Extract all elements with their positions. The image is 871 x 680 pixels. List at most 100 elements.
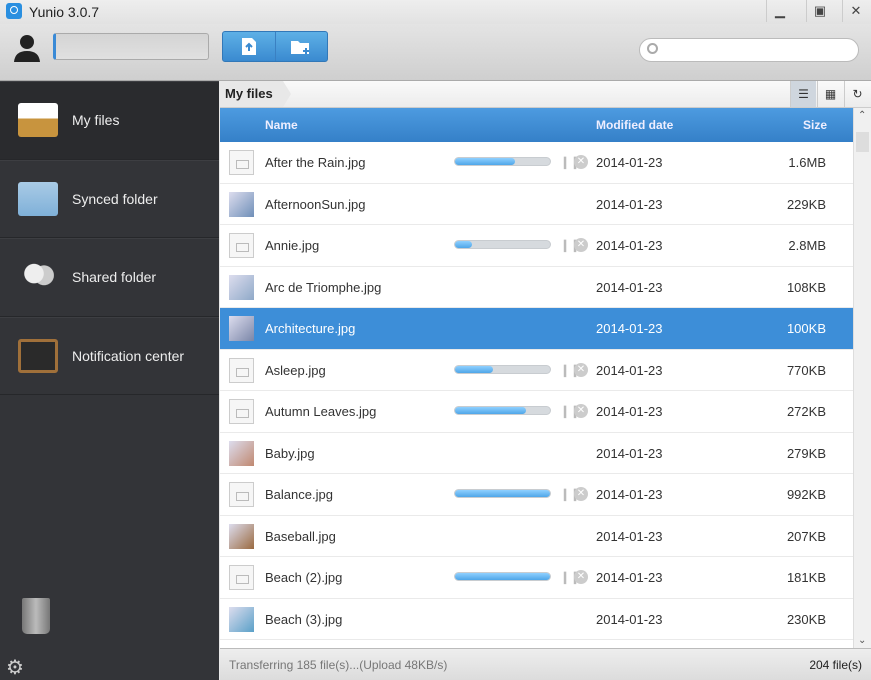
file-modified-date: 2014-01-23 (596, 279, 663, 295)
file-size: 992KB (786, 487, 826, 502)
scrollbar-thumb[interactable] (856, 132, 869, 152)
upload-progress-bar (454, 489, 551, 498)
image-thumbnail (229, 316, 254, 341)
file-modified-date: 2014-01-23 (596, 238, 663, 253)
cancel-icon[interactable]: ✕ (574, 362, 588, 377)
image-file-icon (229, 565, 254, 590)
cancel-icon[interactable]: ✕ (574, 238, 588, 252)
file-modified-date: 2014-01-23 (596, 528, 663, 544)
cancel-icon[interactable]: ✕ (574, 570, 588, 584)
table-row[interactable]: Beach (3).jpg 2014-01-23 230KB (220, 599, 853, 640)
image-file-icon (229, 482, 254, 507)
file-list: After the Rain.jpg ❙❙ ✕ 2014-01-23 1.6MB Afte… (220, 142, 853, 648)
file-name: Beach (3).jpg (265, 611, 343, 627)
sync-folder-icon (18, 181, 58, 216)
file-name: Architecture.jpg (265, 321, 356, 336)
table-row[interactable]: Architecture.jpg 2014-01-23 100KB (220, 308, 853, 350)
upload-progress-bar (454, 406, 551, 415)
column-name[interactable]: Name (265, 118, 298, 132)
table-row[interactable]: Beach (2).jpg ❙❙ ✕ 2014-01-23 181KB (220, 557, 853, 599)
sidebar-item-label: My files (72, 112, 120, 129)
new-folder-button[interactable] (274, 32, 328, 61)
column-modified-date[interactable]: Modified date (596, 118, 673, 132)
image-file-icon (229, 150, 254, 175)
image-thumbnail (229, 606, 254, 632)
cancel-icon[interactable]: ✕ (574, 487, 588, 501)
file-modified-date: 2014-01-23 (596, 155, 663, 170)
file-modified-date: 2014-01-23 (596, 404, 663, 419)
upload-file-icon (241, 38, 256, 55)
grid-view-icon[interactable]: ▦ (817, 81, 843, 107)
image-file-icon (229, 233, 254, 258)
scrollbar[interactable]: ⌃ ⌄ (853, 108, 871, 648)
table-row[interactable]: Autumn Leaves.jpg ❙❙ ✕ 2014-01-23 272KB (220, 391, 853, 433)
breadcrumb: My files ☰ ▦ ↻ (220, 81, 871, 108)
sidebar-item-my-files[interactable]: My files (0, 81, 219, 160)
image-thumbnail (229, 523, 254, 549)
image-file-icon (229, 357, 254, 383)
chalkboard-icon (18, 338, 58, 373)
restore-button[interactable]: ▣ (806, 0, 833, 22)
column-size[interactable]: Size (803, 118, 827, 132)
search-input[interactable] (639, 38, 859, 62)
table-row[interactable]: Arc de Triomphe.jpg 2014-01-23 108KB (220, 267, 853, 308)
breadcrumb-my-files[interactable]: My files (220, 81, 291, 107)
file-size: 272KB (786, 404, 826, 419)
title-bar: Yunio 3.0.7 ▁ ▣ ✕ (0, 0, 871, 24)
file-modified-date: 2014-01-23 (596, 611, 663, 627)
scroll-down-icon[interactable]: ⌄ (858, 635, 866, 646)
upload-progress-bar (454, 240, 551, 249)
new-folder-icon (291, 40, 310, 54)
users-icon (18, 260, 58, 295)
file-size: 1.6MB (788, 155, 826, 170)
user-avatar-icon[interactable] (12, 32, 42, 62)
recycle-bin-icon[interactable] (22, 598, 50, 634)
sidebar-item-shared-folder[interactable]: Shared folder (0, 238, 219, 317)
file-modified-date: 2014-01-23 (596, 196, 663, 212)
upload-progress-bar (454, 157, 551, 166)
table-row[interactable]: AfternoonSun.jpg 2014-01-23 229KB (220, 184, 853, 225)
file-name: Arc de Triomphe.jpg (265, 279, 382, 295)
upload-file-button[interactable] (223, 32, 275, 61)
upload-progress-bar (454, 364, 551, 374)
table-row[interactable]: Baseball.jpg 2014-01-23 207KB (220, 516, 853, 557)
sidebar-item-synced-folder[interactable]: Synced folder (0, 159, 219, 238)
file-panel: My files ☰ ▦ ↻ Name Modified date Size A… (220, 81, 871, 648)
file-name: Baby.jpg (265, 445, 315, 461)
cancel-icon[interactable]: ✕ (574, 155, 588, 169)
settings-gear-icon[interactable]: ⚙ (6, 655, 24, 680)
list-view-icon[interactable]: ☰ (790, 81, 816, 107)
image-thumbnail (229, 274, 254, 300)
sidebar-item-label: Notification center (72, 347, 185, 364)
table-row[interactable]: After the Rain.jpg ❙❙ ✕ 2014-01-23 1.6MB (220, 142, 853, 184)
minimize-button[interactable]: ▁ (766, 0, 793, 22)
file-size: 229KB (786, 196, 826, 212)
table-row[interactable]: Annie.jpg ❙❙ ✕ 2014-01-23 2.8MB (220, 225, 853, 267)
user-info-field[interactable] (53, 33, 209, 60)
file-name: Baseball.jpg (265, 528, 336, 544)
table-row[interactable]: Asleep.jpg ❙❙ ✕ 2014-01-23 770KB (220, 350, 853, 391)
scroll-up-icon[interactable]: ⌃ (858, 110, 866, 121)
cancel-icon[interactable]: ✕ (574, 404, 588, 418)
close-button[interactable]: ✕ (842, 0, 869, 22)
file-modified-date: 2014-01-23 (596, 321, 663, 336)
file-size: 100KB (786, 321, 826, 336)
status-bar: Transferring 185 file(s)...(Upload 48KB/… (220, 648, 871, 680)
sidebar-item-label: Synced folder (72, 190, 158, 207)
table-header: Name Modified date Size (220, 108, 853, 142)
table-row[interactable]: Baby.jpg 2014-01-23 279KB (220, 433, 853, 474)
refresh-icon[interactable]: ↻ (844, 81, 870, 107)
file-size: 279KB (786, 445, 826, 461)
file-name: Beach (2).jpg (265, 570, 343, 585)
image-thumbnail (229, 440, 254, 466)
upload-progress-bar (454, 572, 551, 581)
toolbar (0, 24, 871, 81)
table-row[interactable]: Balance.jpg ❙❙ ✕ 2014-01-23 992KB (220, 474, 853, 516)
inbox-tray-icon (18, 103, 58, 138)
file-size: 2.8MB (788, 238, 826, 253)
sidebar-item-notification-center[interactable]: Notification center (0, 316, 219, 395)
image-file-icon (229, 399, 254, 424)
sidebar-item-label: Shared folder (72, 269, 157, 286)
file-name: Annie.jpg (265, 238, 320, 253)
file-modified-date: 2014-01-23 (596, 487, 663, 502)
